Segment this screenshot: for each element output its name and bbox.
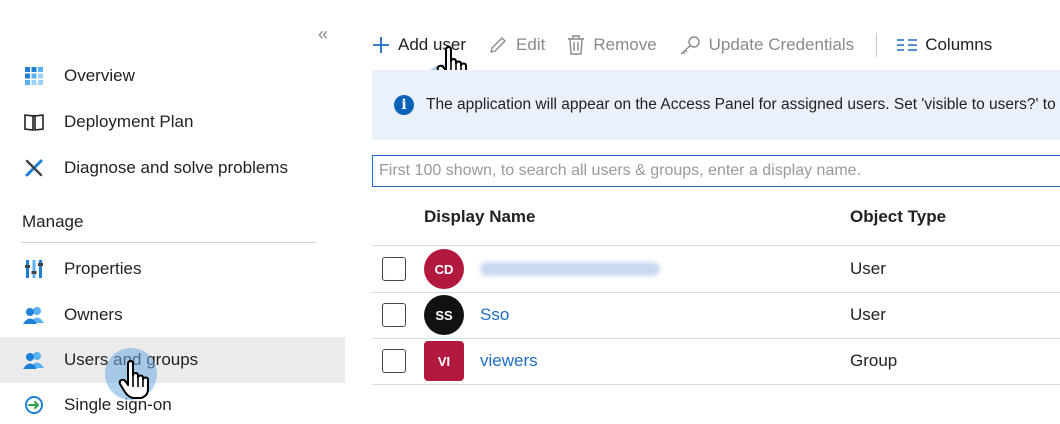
add-user-label: Add user: [398, 35, 467, 54]
nav-item-owners[interactable]: Owners: [0, 292, 345, 338]
row-checkbox[interactable]: [382, 349, 406, 373]
redacted-display-name[interactable]: [480, 262, 660, 276]
sso-arrow-icon: [22, 393, 46, 417]
column-header-display-name[interactable]: Display Name: [424, 207, 536, 227]
nav-item-users-and-groups[interactable]: Users and groups: [0, 337, 345, 383]
trash-icon: [567, 35, 585, 55]
display-name-link[interactable]: viewers: [480, 351, 538, 371]
nav-item-label: Overview: [64, 66, 135, 85]
avatar: SS: [424, 295, 464, 335]
click-highlight: [105, 348, 157, 400]
nav-item-diagnose[interactable]: Diagnose and solve problems: [0, 145, 345, 191]
info-icon: i: [394, 95, 414, 115]
collapse-sidebar-button[interactable]: «: [318, 24, 328, 45]
toolbar: Add user Edit Remove Update Credentials: [372, 30, 1014, 60]
search-placeholder: First 100 shown, to search all users & g…: [379, 162, 862, 179]
object-type-cell: User: [850, 259, 886, 278]
manage-section-heading: Manage: [22, 212, 84, 231]
update-credentials-label: Update Credentials: [708, 35, 855, 54]
book-icon: [22, 110, 46, 134]
row-checkbox[interactable]: [382, 303, 406, 327]
nav-item-overview[interactable]: Overview: [0, 53, 345, 99]
info-message: The application will appear on the Acces…: [426, 96, 1060, 113]
columns-icon: [897, 38, 918, 52]
remove-button[interactable]: Remove: [567, 35, 657, 55]
row-divider: [372, 384, 1060, 385]
main-panel: Add user Edit Remove Update Credentials: [372, 0, 1060, 424]
avatar: VI: [424, 341, 464, 381]
remove-label: Remove: [593, 35, 657, 54]
nav-item-single-sign-on[interactable]: Single sign-on: [0, 382, 345, 424]
users-icon: [22, 303, 46, 327]
search-input[interactable]: First 100 shown, to search all users & g…: [372, 155, 1060, 187]
info-banner: i The application will appear on the Acc…: [372, 70, 1060, 140]
update-credentials-button[interactable]: Update Credentials: [679, 35, 855, 55]
row-checkbox[interactable]: [382, 257, 406, 281]
plus-icon: [372, 36, 390, 54]
nav-item-label: Single sign-on: [64, 395, 172, 414]
users-icon: [22, 348, 46, 372]
columns-button[interactable]: Columns: [897, 35, 992, 55]
row-divider: [372, 292, 1060, 293]
nav-item-label: Owners: [64, 305, 123, 324]
row-divider: [372, 245, 1060, 246]
edit-button[interactable]: Edit: [488, 35, 545, 55]
object-type-cell: Group: [850, 351, 898, 370]
key-icon: [679, 35, 701, 55]
object-type-cell: User: [850, 305, 886, 324]
nav-item-label: Deployment Plan: [64, 112, 194, 131]
display-name-link[interactable]: Sso: [480, 305, 509, 325]
edit-label: Edit: [516, 35, 546, 54]
column-header-object-type[interactable]: Object Type: [850, 207, 946, 227]
avatar: CD: [424, 249, 464, 289]
nav-item-properties[interactable]: Properties: [0, 246, 345, 292]
toolbar-divider: [876, 33, 878, 57]
properties-bars-icon: [22, 257, 46, 281]
nav-item-deployment-plan[interactable]: Deployment Plan: [0, 99, 345, 145]
sidebar: « Overview Deployment Plan Diagnose and …: [0, 0, 345, 424]
divider: [22, 242, 316, 243]
columns-label: Columns: [925, 35, 993, 54]
overview-grid-icon: [22, 64, 46, 88]
nav-item-label: Diagnose and solve problems: [64, 158, 288, 177]
wrench-cross-icon: [22, 156, 46, 180]
nav-item-label: Properties: [64, 259, 142, 278]
pencil-icon: [488, 35, 508, 55]
add-user-button[interactable]: Add user: [372, 35, 466, 55]
row-divider: [372, 338, 1060, 339]
